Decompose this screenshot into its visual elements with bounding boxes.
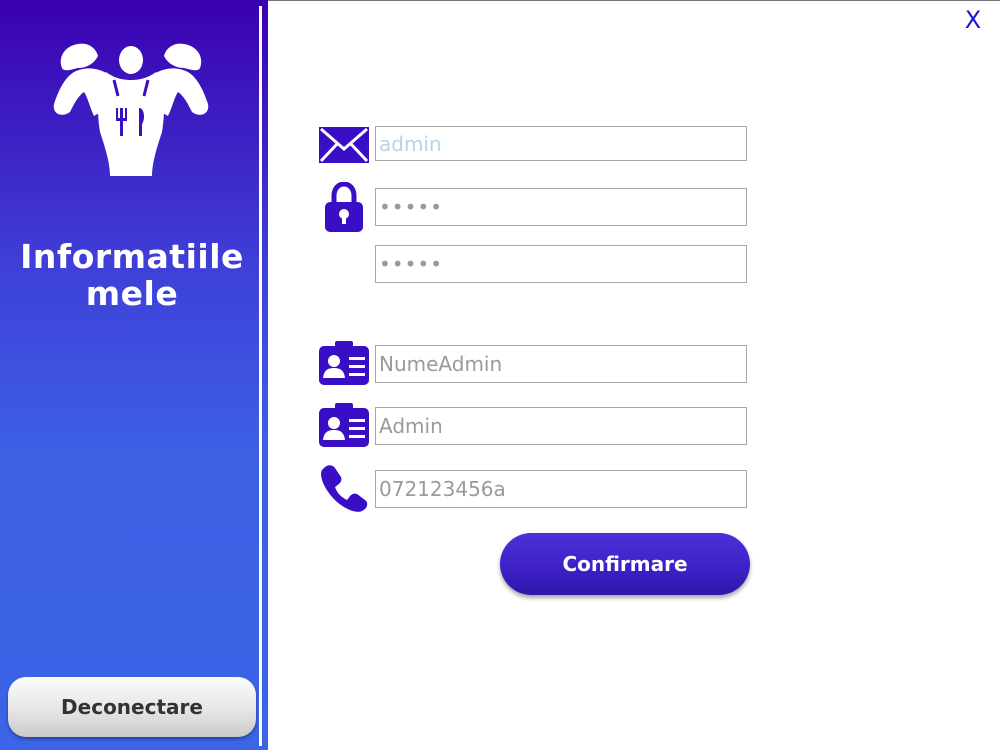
first-name-field[interactable] [375,407,747,445]
phone-icon [321,465,368,512]
page-title: Informatiile mele [20,237,244,313]
id-card-icon [319,341,369,385]
sidebar: Informatiile mele Deconectare [0,0,268,750]
envelope-icon [319,127,369,163]
last-name-field[interactable] [375,345,747,383]
top-border [268,0,1000,1]
close-button[interactable]: X [962,6,984,34]
phone-field[interactable] [375,470,747,508]
logout-button[interactable]: Deconectare [8,677,256,737]
password-field[interactable] [375,188,747,226]
lock-icon [325,182,363,232]
sidebar-divider [259,6,262,746]
confirm-password-field[interactable] [375,245,747,283]
id-card-icon [319,403,369,447]
confirm-button[interactable]: Confirmare [500,533,750,595]
chef-bodybuilder-logo [53,43,209,176]
email-field[interactable] [375,126,747,161]
